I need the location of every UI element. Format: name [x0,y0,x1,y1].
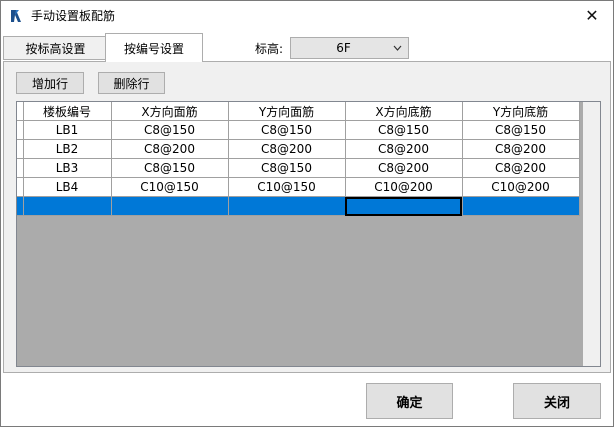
column-header-slab-number[interactable]: 楼板编号 [23,102,112,121]
header-row: 楼板编号 X方向面筋 Y方向面筋 X方向底筋 Y方向底筋 [17,102,580,121]
cell-y-top-rebar[interactable] [228,196,346,216]
tab-by-elevation[interactable]: 按标高设置 [3,36,108,60]
vertical-scrollbar[interactable] [583,102,600,366]
chevron-down-icon [393,45,402,51]
column-header-y-bottom-rebar[interactable]: Y方向底筋 [462,102,580,121]
add-row-button[interactable]: 增加行 [16,72,84,94]
cell-y-top-rebar[interactable]: C8@150 [228,120,346,140]
grid-table: 楼板编号 X方向面筋 Y方向面筋 X方向底筋 Y方向底筋 LB1 C8@150 … [17,102,580,216]
cell-slab-number[interactable]: LB1 [23,120,112,140]
elevation-label: 标高: [255,42,284,56]
cell-slab-number[interactable]: LB2 [23,139,112,159]
cell-x-bottom-rebar[interactable]: C8@150 [345,120,463,140]
cell-x-top-rebar[interactable]: C8@150 [111,158,229,178]
cell-y-bottom-rebar[interactable] [462,196,580,216]
cell-x-top-rebar[interactable]: C8@150 [111,120,229,140]
elevation-selected-value: 6F [336,41,351,55]
cell-x-bottom-rebar[interactable]: C10@200 [345,177,463,197]
column-header-x-bottom-rebar[interactable]: X方向底筋 [345,102,463,121]
cell-x-top-rebar[interactable] [111,196,229,216]
cell-y-top-rebar[interactable]: C8@200 [228,139,346,159]
delete-row-button[interactable]: 删除行 [98,72,165,94]
tab-label: 按编号设置 [123,41,184,56]
window-title: 手动设置板配筋 [31,9,116,23]
new-row-selected[interactable] [17,196,580,216]
app-logo-icon [9,9,23,23]
cell-x-top-rebar[interactable]: C10@150 [111,177,229,197]
cell-x-bottom-rebar[interactable]: C8@200 [345,158,463,178]
close-icon: ✕ [585,5,599,25]
title-bar: 手动设置板配筋 ✕ [1,1,613,31]
cell-slab-number[interactable] [23,196,112,216]
cell-slab-number[interactable]: LB4 [23,177,112,197]
rebar-data-grid[interactable]: 楼板编号 X方向面筋 Y方向面筋 X方向底筋 Y方向底筋 LB1 C8@150 … [16,101,601,367]
cell-x-bottom-rebar-current[interactable] [345,196,463,216]
cell-y-bottom-rebar[interactable]: C10@200 [462,177,580,197]
cell-x-top-rebar[interactable]: C8@200 [111,139,229,159]
column-header-y-top-rebar[interactable]: Y方向面筋 [228,102,346,121]
cell-y-top-rebar[interactable]: C8@150 [228,158,346,178]
tab-label: 按标高设置 [25,41,86,56]
tab-by-number[interactable]: 按编号设置 [105,33,203,62]
elevation-select[interactable]: 6F [290,37,409,59]
close-button[interactable]: 关闭 [513,383,601,419]
cell-x-bottom-rebar[interactable]: C8@200 [345,139,463,159]
dialog-window: 手动设置板配筋 ✕ 按标高设置 按编号设置 标高: 6F 增加行 删除行 楼板编… [0,0,614,427]
table-row[interactable]: LB4 C10@150 C10@150 C10@200 C10@200 [17,177,580,197]
cell-y-bottom-rebar[interactable]: C8@200 [462,139,580,159]
cell-y-bottom-rebar[interactable]: C8@200 [462,158,580,178]
cell-slab-number[interactable]: LB3 [23,158,112,178]
cell-y-top-rebar[interactable]: C10@150 [228,177,346,197]
table-row[interactable]: LB2 C8@200 C8@200 C8@200 C8@200 [17,139,580,159]
tab-panel: 增加行 删除行 楼板编号 X方向面筋 Y方向面筋 X方向底筋 Y方向底筋 LB1… [3,61,611,373]
close-window-button[interactable]: ✕ [577,3,607,27]
confirm-button[interactable]: 确定 [366,383,453,419]
table-row[interactable]: LB3 C8@150 C8@150 C8@200 C8@200 [17,158,580,178]
cell-y-bottom-rebar[interactable]: C8@150 [462,120,580,140]
column-header-x-top-rebar[interactable]: X方向面筋 [111,102,229,121]
table-row[interactable]: LB1 C8@150 C8@150 C8@150 C8@150 [17,120,580,140]
